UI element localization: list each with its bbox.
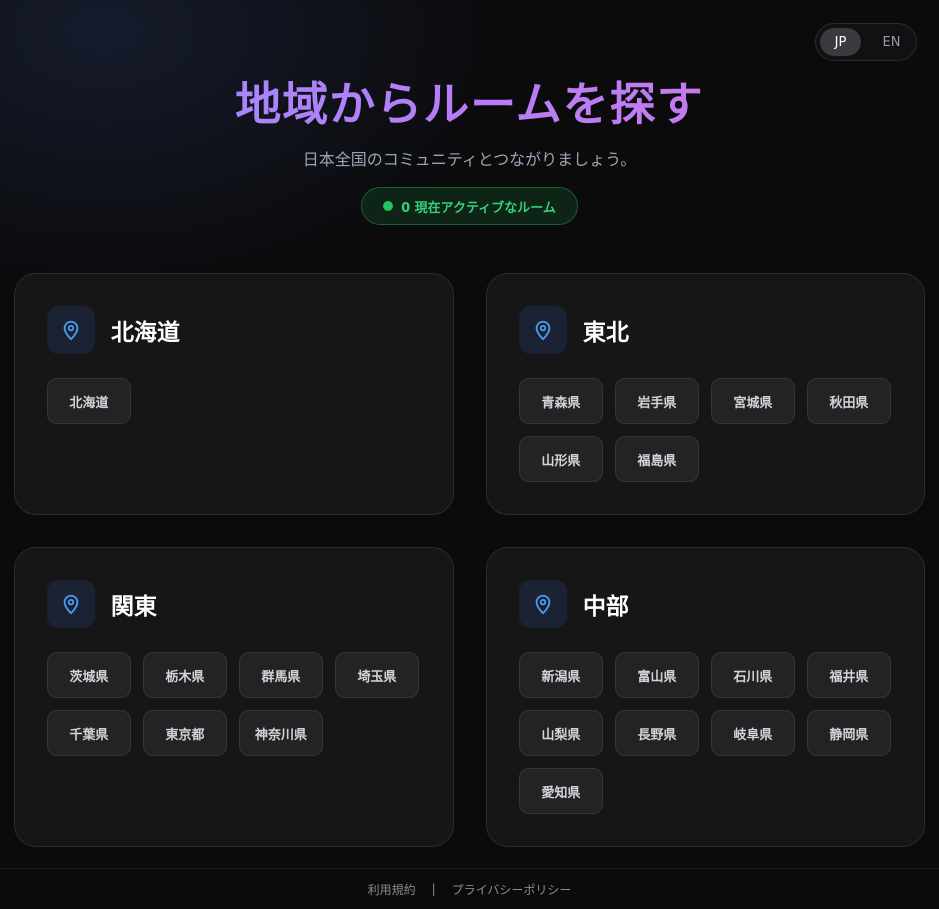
prefecture-button-akita[interactable]: 秋田県 (807, 378, 891, 424)
map-pin-icon (519, 306, 567, 354)
region-card-hokkaido: 北海道 北海道 (14, 273, 454, 515)
prefecture-button-miyagi[interactable]: 宮城県 (711, 378, 795, 424)
region-title: 東北 (583, 320, 629, 346)
prefecture-button-toyama[interactable]: 富山県 (615, 652, 699, 698)
region-card-chubu: 中部 新潟県 富山県 石川県 福井県 山梨県 長野県 岐阜県 静岡県 愛知県 (486, 547, 925, 847)
terms-link[interactable]: 利用規約 (368, 881, 416, 898)
region-card-kanto: 関東 茨城県 栃木県 群馬県 埼玉県 千葉県 東京都 神奈川県 (14, 547, 454, 847)
prefecture-button-ibaraki[interactable]: 茨城県 (47, 652, 131, 698)
prefecture-button-saitama[interactable]: 埼玉県 (335, 652, 419, 698)
prefecture-button-yamagata[interactable]: 山形県 (519, 436, 603, 482)
active-rooms-label: 0 現在アクティブなルーム (401, 200, 556, 216)
prefecture-button-nagano[interactable]: 長野県 (615, 710, 699, 756)
language-toggle: JP EN (815, 23, 917, 61)
prefecture-button-gifu[interactable]: 岐阜県 (711, 710, 795, 756)
prefecture-button-tochigi[interactable]: 栃木県 (143, 652, 227, 698)
prefecture-button-aichi[interactable]: 愛知県 (519, 768, 603, 814)
prefecture-button-shizuoka[interactable]: 静岡県 (807, 710, 891, 756)
region-title: 北海道 (111, 320, 180, 346)
map-pin-icon (47, 306, 95, 354)
prefecture-button-yamanashi[interactable]: 山梨県 (519, 710, 603, 756)
map-pin-icon (519, 580, 567, 628)
prefecture-button-iwate[interactable]: 岩手県 (615, 378, 699, 424)
region-card-tohoku: 東北 青森県 岩手県 宮城県 秋田県 山形県 福島県 (486, 273, 925, 515)
region-title: 関東 (111, 594, 157, 620)
prefecture-button-fukushima[interactable]: 福島県 (615, 436, 699, 482)
active-rooms-badge: 0 現在アクティブなルーム (361, 187, 578, 225)
page-subtitle: 日本全国のコミュニティとつながりましょう。 (302, 150, 637, 169)
prefecture-button-tokyo[interactable]: 東京都 (143, 710, 227, 756)
prefecture-button-fukui[interactable]: 福井県 (807, 652, 891, 698)
prefecture-button-kanagawa[interactable]: 神奈川県 (239, 710, 323, 756)
prefecture-button-ishikawa[interactable]: 石川県 (711, 652, 795, 698)
page-title: 地域からルームを探す (0, 74, 939, 134)
lang-en-button[interactable]: EN (871, 28, 912, 56)
map-pin-icon (47, 580, 95, 628)
footer-separator: | (431, 882, 436, 896)
prefecture-button-gunma[interactable]: 群馬県 (239, 652, 323, 698)
lang-jp-button[interactable]: JP (820, 28, 861, 56)
footer: 利用規約 | プライバシーポリシー (0, 868, 939, 909)
active-status-dot-icon (383, 201, 394, 211)
prefecture-button-niigata[interactable]: 新潟県 (519, 652, 603, 698)
region-title: 中部 (583, 594, 629, 620)
prefecture-button-aomori[interactable]: 青森県 (519, 378, 603, 424)
privacy-policy-link[interactable]: プライバシーポリシー (452, 881, 572, 898)
prefecture-button-chiba[interactable]: 千葉県 (47, 710, 131, 756)
prefecture-button-hokkaido[interactable]: 北海道 (47, 378, 131, 424)
